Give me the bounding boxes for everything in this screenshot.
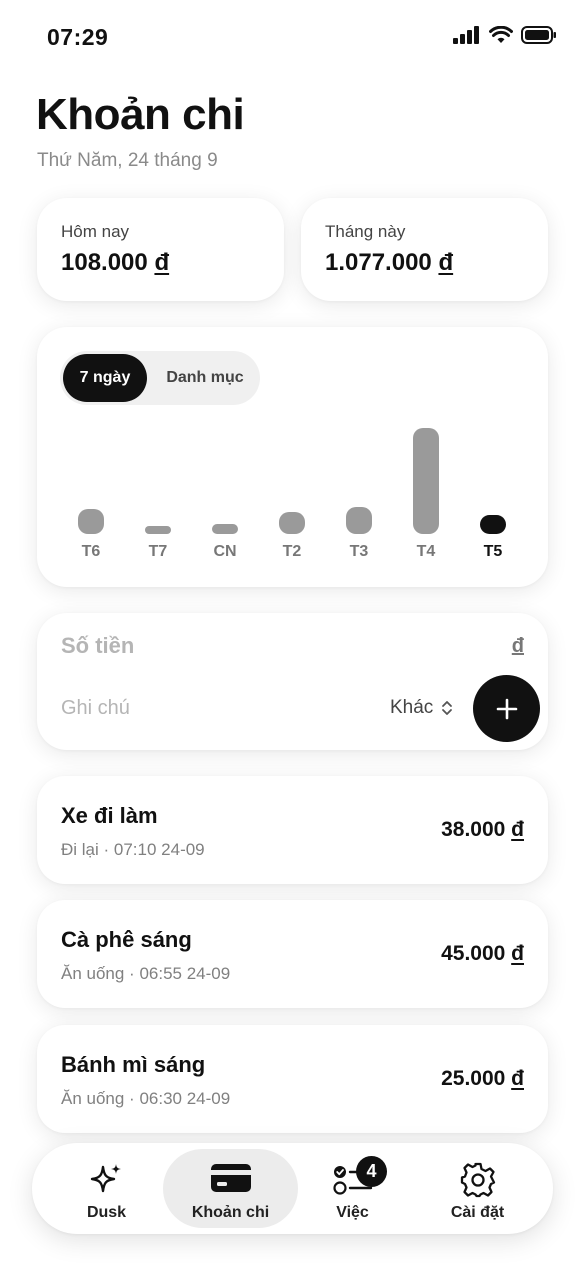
expense-amount: 45.000 đ xyxy=(441,942,524,966)
expense-amount-value: 38.000 xyxy=(441,818,506,841)
tab-label: Dusk xyxy=(86,1204,127,1221)
amount-currency: đ xyxy=(511,635,524,657)
today-summary-card: Hôm nay 108.000 đ xyxy=(37,198,284,301)
today-amount-value: 108.000 xyxy=(61,249,148,276)
expense-currency: đ xyxy=(511,1067,524,1090)
expense-item[interactable]: Cà phê sáng Ăn uống · 06:55 24-09 45.000… xyxy=(37,900,548,1008)
chart-card: 7 ngày Danh mục T6 T7 CN T2 T3 T4 T5 xyxy=(37,327,548,587)
month-amount: 1.077.000 đ xyxy=(325,249,453,277)
chart-tick-label: T3 xyxy=(349,543,369,560)
expense-item[interactable]: Bánh mì sáng Ăn uống · 06:30 24-09 25.00… xyxy=(37,1025,548,1133)
chart-bar-t4[interactable] xyxy=(413,428,439,534)
expense-amount-value: 25.000 xyxy=(441,1067,506,1090)
note-input[interactable]: Ghi chú xyxy=(61,697,130,720)
battery-icon xyxy=(521,26,556,44)
chart-tick-label: T6 xyxy=(81,543,101,560)
chart-tick-label: T7 xyxy=(148,543,168,560)
month-label: Tháng này xyxy=(325,222,406,241)
tab-label: Khoản chi xyxy=(191,1204,270,1221)
amount-input[interactable]: Số tiền xyxy=(61,633,134,659)
chart-tick-label: T4 xyxy=(416,543,436,560)
plus-icon xyxy=(496,698,517,719)
tab-label: Cài đặt xyxy=(450,1204,505,1221)
tab-cai-dat[interactable]: Cài đặt xyxy=(410,1149,545,1228)
expense-meta: Ăn uống · 06:55 24-09 xyxy=(61,964,231,983)
sparkles-icon xyxy=(90,1164,121,1193)
month-summary-card: Tháng này 1.077.000 đ xyxy=(301,198,548,301)
today-amount: 108.000 đ xyxy=(61,249,169,277)
expense-item[interactable]: Xe đi làm Đi lại · 07:10 24-09 38.000 đ xyxy=(37,776,548,884)
chart-bar-cn[interactable] xyxy=(212,524,238,534)
bar-chart: T6 T7 CN T2 T3 T4 T5 xyxy=(37,327,548,587)
month-currency: đ xyxy=(438,249,454,276)
chart-tick-label: T5 xyxy=(483,543,503,560)
page-date: Thứ Năm, 24 tháng 9 xyxy=(37,150,218,171)
tab-khoan-chi[interactable]: Khoản chi xyxy=(163,1149,298,1228)
cellular-signal-icon xyxy=(453,26,479,44)
chart-bar-t5[interactable] xyxy=(480,515,506,534)
tab-viec[interactable]: 4 Việc xyxy=(285,1149,420,1228)
tab-label: Việc xyxy=(336,1204,369,1221)
category-select[interactable]: Khác xyxy=(390,697,453,719)
expense-meta: Ăn uống · 06:30 24-09 xyxy=(61,1089,231,1108)
month-amount-value: 1.077.000 xyxy=(325,249,432,276)
wifi-icon xyxy=(489,26,513,43)
gear-icon xyxy=(460,1162,495,1198)
page-title: Khoản chi xyxy=(36,90,245,139)
chevron-up-down-icon xyxy=(442,701,453,715)
chart-tick-label: T2 xyxy=(282,543,302,560)
expense-name: Cà phê sáng xyxy=(61,927,192,952)
credit-card-icon xyxy=(210,1164,251,1192)
add-expense-button[interactable] xyxy=(473,675,540,742)
expense-currency: đ xyxy=(511,942,524,965)
expense-amount: 38.000 đ xyxy=(441,818,524,842)
expense-amount: 25.000 đ xyxy=(441,1067,524,1091)
expense-currency: đ xyxy=(511,818,524,841)
chart-bar-t3[interactable] xyxy=(346,507,372,534)
status-icons xyxy=(453,26,557,44)
expense-entry-card: Số tiền đ Ghi chú Khác xyxy=(37,613,548,750)
tasks-badge: 4 xyxy=(356,1156,387,1187)
today-label: Hôm nay xyxy=(61,222,130,241)
tab-bar: Dusk Khoản chi 4 Việc Cài đặt xyxy=(32,1143,553,1234)
chart-bar-t7[interactable] xyxy=(145,526,171,534)
chart-tick-label: CN xyxy=(213,543,237,560)
expense-name: Bánh mì sáng xyxy=(61,1052,206,1077)
status-time: 07:29 xyxy=(47,24,109,50)
expense-name: Xe đi làm xyxy=(61,803,158,828)
chart-bar-t6[interactable] xyxy=(78,509,104,534)
status-bar: 07:29 xyxy=(0,0,585,72)
tab-dusk[interactable]: Dusk xyxy=(39,1149,174,1228)
today-currency: đ xyxy=(154,249,170,276)
chart-bar-t2[interactable] xyxy=(279,512,305,534)
expense-meta: Đi lại · 07:10 24-09 xyxy=(61,840,205,859)
expense-amount-value: 45.000 xyxy=(441,942,506,965)
category-value: Khác xyxy=(390,697,434,718)
